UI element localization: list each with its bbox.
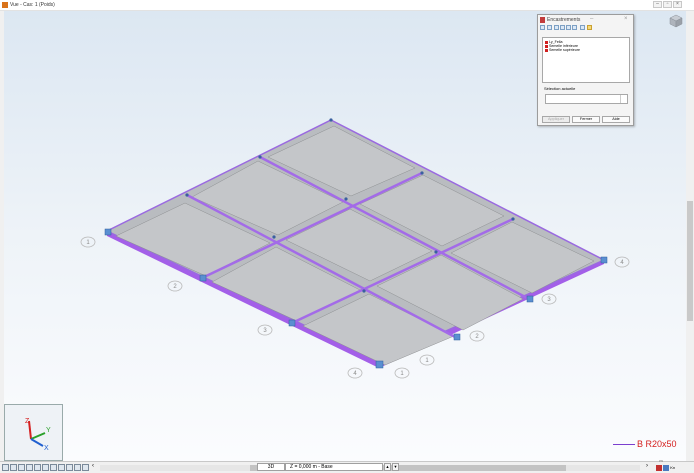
grid-label-2-left: 2: [173, 284, 177, 290]
display-icon[interactable]: [42, 464, 49, 471]
copy-icon[interactable]: [560, 25, 565, 30]
apply-button[interactable]: Appliquer: [542, 116, 570, 123]
axis-triad: Z Y X: [4, 404, 63, 461]
axis-triad-icon: Z Y X: [25, 418, 51, 452]
grid-label-1-left: 1: [86, 240, 90, 246]
lightbulb-icon[interactable]: [587, 25, 592, 30]
vertical-scroll-thumb[interactable]: [687, 201, 693, 321]
close-button[interactable]: ×: [673, 1, 682, 8]
navigation-cube-icon[interactable]: [669, 14, 683, 28]
axis-z-label: Z: [25, 418, 30, 425]
layers-icon[interactable]: [58, 464, 65, 471]
table-icon[interactable]: [566, 25, 571, 30]
view-plane-selector[interactable]: Z = 0,000 m - Base: [285, 463, 383, 471]
info-icon[interactable]: [580, 25, 585, 30]
window-titlebar: Vue - Cas: 1 (Poids) – ▫ ×: [0, 0, 694, 11]
legend-line: [613, 444, 635, 445]
maximize-button[interactable]: ▫: [663, 1, 672, 8]
zoom-icon[interactable]: [10, 464, 17, 471]
axis-y-label: Y: [46, 427, 51, 434]
print-icon[interactable]: [66, 464, 73, 471]
encastrements-dialog[interactable]: Encastrements – × Ly_Fella Semelle infér…: [537, 14, 634, 126]
help-button[interactable]: Aide: [602, 116, 630, 123]
delete-icon[interactable]: [554, 25, 559, 30]
axis-x-label: X: [44, 445, 49, 452]
vertical-scrollbar[interactable]: [686, 11, 694, 461]
current-selection-input[interactable]: [545, 94, 628, 104]
open-icon[interactable]: [547, 25, 552, 30]
scroll-left-button[interactable]: ‹: [92, 463, 94, 469]
minimize-button[interactable]: –: [653, 1, 662, 8]
section-legend: B R20x50: [613, 438, 683, 450]
status-bar: ‹ 3D Z = 0,000 m - Base ▲ ▼ › m Kn: [0, 458, 694, 473]
select-icon[interactable]: [2, 464, 9, 471]
new-support-icon[interactable]: [540, 25, 545, 30]
dialog-minimize-icon[interactable]: –: [590, 16, 593, 22]
legend-label: B R20x50: [637, 439, 677, 449]
screen-capture-icon[interactable]: [74, 464, 81, 471]
support-list[interactable]: Ly_Fella Semelle inférieure Semelle supé…: [542, 37, 630, 83]
measure-icon[interactable]: [50, 464, 57, 471]
pan-icon[interactable]: [18, 464, 25, 471]
dialog-title: Encastrements: [547, 17, 581, 23]
selection-spin-icon[interactable]: [620, 95, 627, 103]
plane-next-button[interactable]: ▼: [392, 463, 399, 471]
coords-label: Kn: [670, 465, 676, 470]
scroll-right-button[interactable]: ›: [646, 463, 648, 469]
status-tray: Kn: [656, 464, 692, 472]
grid-label-4-right: 4: [620, 260, 624, 266]
rotate-icon[interactable]: [26, 464, 33, 471]
grid-label-1-front-b: 1: [425, 358, 429, 364]
grid-label-1-front-a: 1: [400, 371, 404, 377]
support-type-icon: [545, 48, 548, 52]
dialog-close-icon[interactable]: ×: [624, 16, 628, 22]
settings-icon[interactable]: [82, 464, 89, 471]
slab-panels: [115, 125, 595, 366]
plane-prev-button[interactable]: ▲: [384, 463, 391, 471]
section-icon[interactable]: [34, 464, 41, 471]
filter-icon[interactable]: [572, 25, 577, 30]
list-item[interactable]: Semelle supérieure: [545, 48, 580, 52]
beam-icon[interactable]: [656, 464, 662, 471]
close-dialog-button[interactable]: Fermer: [572, 116, 600, 123]
grid-label-3-left: 3: [263, 328, 267, 334]
app-icon: [2, 2, 8, 8]
dialog-icon: [540, 17, 545, 23]
current-selection-label: Sélection actuelle: [544, 86, 576, 91]
grid-label-4-left: 4: [353, 371, 357, 377]
node-icon[interactable]: [663, 464, 670, 471]
view-mode-field[interactable]: 3D: [257, 463, 285, 471]
grid-label-2-right: 2: [475, 334, 479, 340]
grid-label-3-right: 3: [547, 297, 551, 303]
unit-hint: m: [659, 458, 663, 463]
window-title: Vue - Cas: 1 (Poids): [10, 2, 55, 8]
